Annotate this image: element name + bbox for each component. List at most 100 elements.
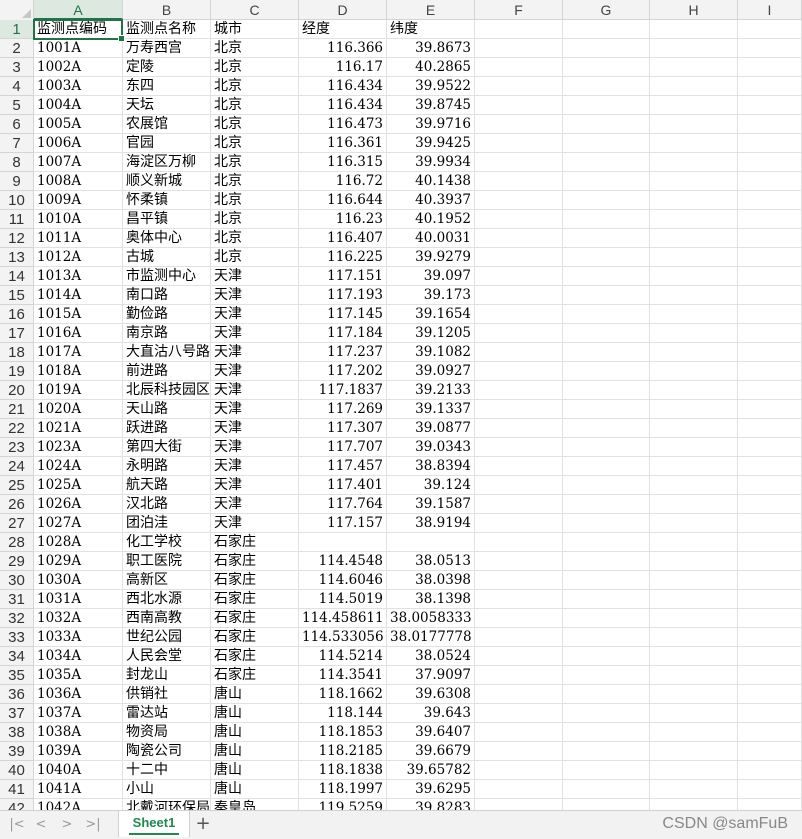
cell[interactable]: 39.9716	[387, 115, 475, 134]
cell[interactable]: 天山路	[123, 400, 211, 419]
cell[interactable]: 1006A	[34, 134, 123, 153]
cell[interactable]	[650, 742, 738, 761]
row-header[interactable]: 5	[0, 96, 34, 115]
cell[interactable]	[475, 590, 563, 609]
cell[interactable]	[475, 229, 563, 248]
cell[interactable]: 39.0877	[387, 419, 475, 438]
cell[interactable]	[563, 210, 650, 229]
cell[interactable]: 1038A	[34, 723, 123, 742]
cell[interactable]	[563, 780, 650, 799]
cell[interactable]	[563, 438, 650, 457]
cell[interactable]	[475, 419, 563, 438]
row-header[interactable]: 6	[0, 115, 34, 134]
row-header[interactable]: 14	[0, 267, 34, 286]
cell[interactable]	[738, 58, 802, 77]
cell[interactable]: 天津	[211, 267, 299, 286]
cell[interactable]: 奥体中心	[123, 229, 211, 248]
cell[interactable]: 西北水源	[123, 590, 211, 609]
cell[interactable]	[563, 400, 650, 419]
cell[interactable]: 38.9194	[387, 514, 475, 533]
cell[interactable]	[475, 533, 563, 552]
cell[interactable]	[738, 96, 802, 115]
cell[interactable]	[738, 191, 802, 210]
cell[interactable]	[387, 533, 475, 552]
cell[interactable]	[650, 77, 738, 96]
cell[interactable]	[738, 286, 802, 305]
cell[interactable]	[563, 115, 650, 134]
cell[interactable]: 团泊洼	[123, 514, 211, 533]
cell[interactable]	[563, 191, 650, 210]
cell[interactable]: 天坛	[123, 96, 211, 115]
cell[interactable]: 十二中	[123, 761, 211, 780]
row-header[interactable]: 25	[0, 476, 34, 495]
cell[interactable]: 38.0177778	[387, 628, 475, 647]
cell[interactable]: 38.8394	[387, 457, 475, 476]
first-sheet-icon[interactable]: |<	[8, 816, 26, 834]
cell[interactable]	[475, 153, 563, 172]
cell[interactable]: 116.644	[299, 191, 387, 210]
cell[interactable]: 唐山	[211, 685, 299, 704]
cell[interactable]: 39.0927	[387, 362, 475, 381]
cell[interactable]: 1008A	[34, 172, 123, 191]
cell[interactable]: 北京	[211, 172, 299, 191]
cell[interactable]	[650, 305, 738, 324]
cell[interactable]: 1002A	[34, 58, 123, 77]
cell[interactable]: 1032A	[34, 609, 123, 628]
sheet-tab-sheet1[interactable]: Sheet1	[118, 811, 190, 837]
cell[interactable]	[738, 742, 802, 761]
cell[interactable]	[650, 799, 738, 810]
cell[interactable]: 1010A	[34, 210, 123, 229]
cell[interactable]: 117.307	[299, 419, 387, 438]
row-header[interactable]: 10	[0, 191, 34, 210]
cell[interactable]: 39.8673	[387, 39, 475, 58]
cell[interactable]: 顺义新城	[123, 172, 211, 191]
cell[interactable]	[650, 495, 738, 514]
cell[interactable]	[563, 647, 650, 666]
row-header[interactable]: 36	[0, 685, 34, 704]
cell[interactable]: 高新区	[123, 571, 211, 590]
cell[interactable]	[563, 172, 650, 191]
prev-sheet-icon[interactable]: <	[32, 816, 50, 834]
row-header[interactable]: 29	[0, 552, 34, 571]
cell[interactable]: 1009A	[34, 191, 123, 210]
cell[interactable]: 37.9097	[387, 666, 475, 685]
cell[interactable]	[650, 153, 738, 172]
cell[interactable]	[650, 20, 738, 39]
column-header-a[interactable]: A	[34, 0, 123, 20]
cell[interactable]	[650, 191, 738, 210]
row-header[interactable]: 39	[0, 742, 34, 761]
row-header[interactable]: 30	[0, 571, 34, 590]
row-header[interactable]: 32	[0, 609, 34, 628]
cell[interactable]: 118.2185	[299, 742, 387, 761]
cell[interactable]	[650, 514, 738, 533]
cell[interactable]: 天津	[211, 514, 299, 533]
cell[interactable]: 第四大街	[123, 438, 211, 457]
row-header[interactable]: 16	[0, 305, 34, 324]
cell[interactable]: 唐山	[211, 723, 299, 742]
cell[interactable]	[738, 153, 802, 172]
cell[interactable]	[475, 286, 563, 305]
cell[interactable]	[475, 381, 563, 400]
cell[interactable]	[738, 305, 802, 324]
cell[interactable]: 116.366	[299, 39, 387, 58]
row-header[interactable]: 26	[0, 495, 34, 514]
cell[interactable]: 38.1398	[387, 590, 475, 609]
cell[interactable]: 116.23	[299, 210, 387, 229]
row-header[interactable]: 34	[0, 647, 34, 666]
row-header[interactable]: 38	[0, 723, 34, 742]
cell[interactable]: 39.9425	[387, 134, 475, 153]
cell[interactable]	[650, 58, 738, 77]
row-header[interactable]: 7	[0, 134, 34, 153]
cell[interactable]: 北京	[211, 153, 299, 172]
cell[interactable]: 唐山	[211, 761, 299, 780]
cell[interactable]: 116.434	[299, 77, 387, 96]
cell[interactable]: 117.707	[299, 438, 387, 457]
cell[interactable]: 1037A	[34, 704, 123, 723]
cell[interactable]: 北京	[211, 210, 299, 229]
cell[interactable]	[650, 628, 738, 647]
cell[interactable]	[563, 229, 650, 248]
cell[interactable]: 39.9934	[387, 153, 475, 172]
cell[interactable]: 39.9522	[387, 77, 475, 96]
cell[interactable]: 永明路	[123, 457, 211, 476]
cell[interactable]	[650, 552, 738, 571]
